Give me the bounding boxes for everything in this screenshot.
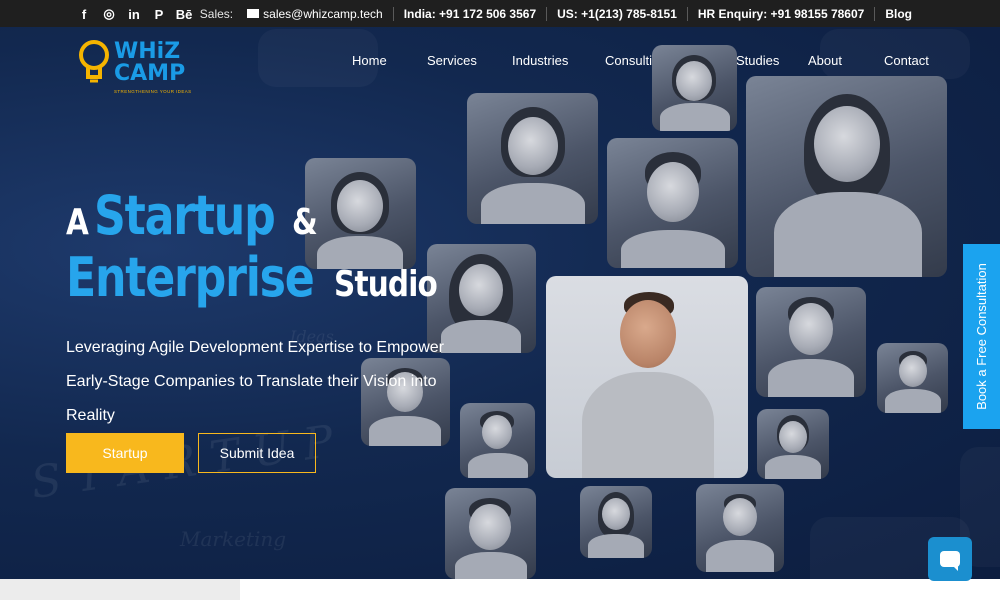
hero-subtitle: Leveraging Agile Development Expertise t… (66, 339, 444, 424)
us-phone-link[interactable]: US: +1(213) 785-8151 (546, 7, 687, 21)
india-phone-link[interactable]: India: +91 172 506 3567 (392, 7, 546, 21)
startup-button[interactable]: Startup (66, 433, 184, 473)
team-photo (652, 45, 737, 131)
headline-word-enterprise: Enterprise (66, 246, 315, 309)
envelope-icon (247, 9, 260, 19)
team-photo (877, 343, 948, 413)
nav-about[interactable]: About (808, 53, 842, 68)
sales-label: Sales: (199, 7, 234, 21)
background-sketch: Marketing (180, 527, 287, 551)
sales-email-link[interactable]: sales@whizcamp.tech (241, 7, 393, 21)
blog-link[interactable]: Blog (874, 7, 922, 21)
linkedin-icon[interactable]: in (126, 6, 142, 22)
team-photo (460, 403, 535, 478)
logo-name: WHiZ CAMP (114, 39, 186, 86)
team-photo (756, 287, 866, 397)
nav-home[interactable]: Home (352, 53, 387, 68)
team-photo (696, 484, 784, 572)
team-photo (580, 486, 652, 558)
book-consultation-label: Book a Free Consultation (974, 263, 990, 410)
team-photo (607, 138, 738, 268)
team-photo (746, 76, 947, 277)
submit-idea-button[interactable]: Submit Idea (198, 433, 316, 473)
behance-icon[interactable]: Bē (176, 6, 193, 22)
headline-word-a: A (66, 202, 89, 243)
next-section (0, 579, 1000, 600)
logo-tagline: STRENGTHENING YOUR IDEAS (114, 89, 192, 94)
pinterest-icon[interactable]: P (151, 6, 167, 22)
headline-word-startup: Startup (94, 184, 276, 247)
next-section-panel (0, 579, 240, 600)
top-bar: f ◎ in P Bē Sales: sales@whizcamp.tech I… (0, 0, 1000, 27)
book-consultation-tab[interactable]: Book a Free Consultation (963, 244, 1000, 429)
featured-team-photo (546, 276, 748, 478)
team-photo (467, 93, 598, 224)
facebook-icon[interactable]: f (76, 6, 92, 22)
lightbulb-icon (79, 40, 109, 83)
chat-button[interactable] (928, 537, 972, 581)
sales-email: sales@whizcamp.tech (263, 7, 383, 21)
contact-info: Sales: sales@whizcamp.tech India: +91 17… (200, 7, 922, 21)
headline-ampersand: & (292, 202, 318, 243)
nav-services[interactable]: Services (427, 53, 477, 68)
team-photo (445, 488, 536, 579)
team-photo (757, 409, 829, 479)
headline-word-studio: Studio (333, 264, 438, 305)
hr-enquiry-link[interactable]: HR Enquiry: +91 98155 78607 (686, 7, 874, 21)
logo[interactable]: WHiZ CAMP STRENGTHENING YOUR IDEAS (78, 39, 191, 99)
chat-bubble-icon (940, 551, 960, 571)
nav-industries[interactable]: Industries (512, 53, 568, 68)
instagram-icon[interactable]: ◎ (101, 6, 117, 22)
hero-section: S T A R T U P Marketing Ideas WHiZ CAMP … (0, 27, 1000, 579)
social-links: f ◎ in P Bē (76, 6, 192, 22)
nav-contact[interactable]: Contact (884, 53, 929, 68)
